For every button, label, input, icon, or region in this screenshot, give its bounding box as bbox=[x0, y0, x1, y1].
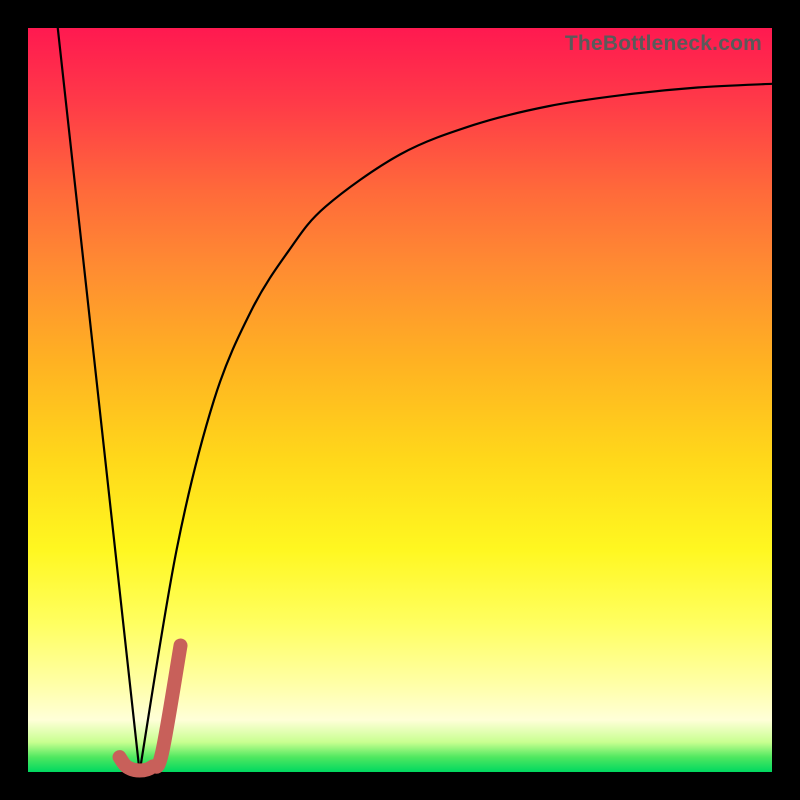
plot-area: TheBottleneck.com bbox=[28, 28, 772, 772]
chart-container: TheBottleneck.com bbox=[0, 0, 800, 800]
curve-left-descent bbox=[58, 28, 140, 772]
chart-svg bbox=[28, 28, 772, 772]
curve-right-ascent bbox=[140, 84, 772, 772]
